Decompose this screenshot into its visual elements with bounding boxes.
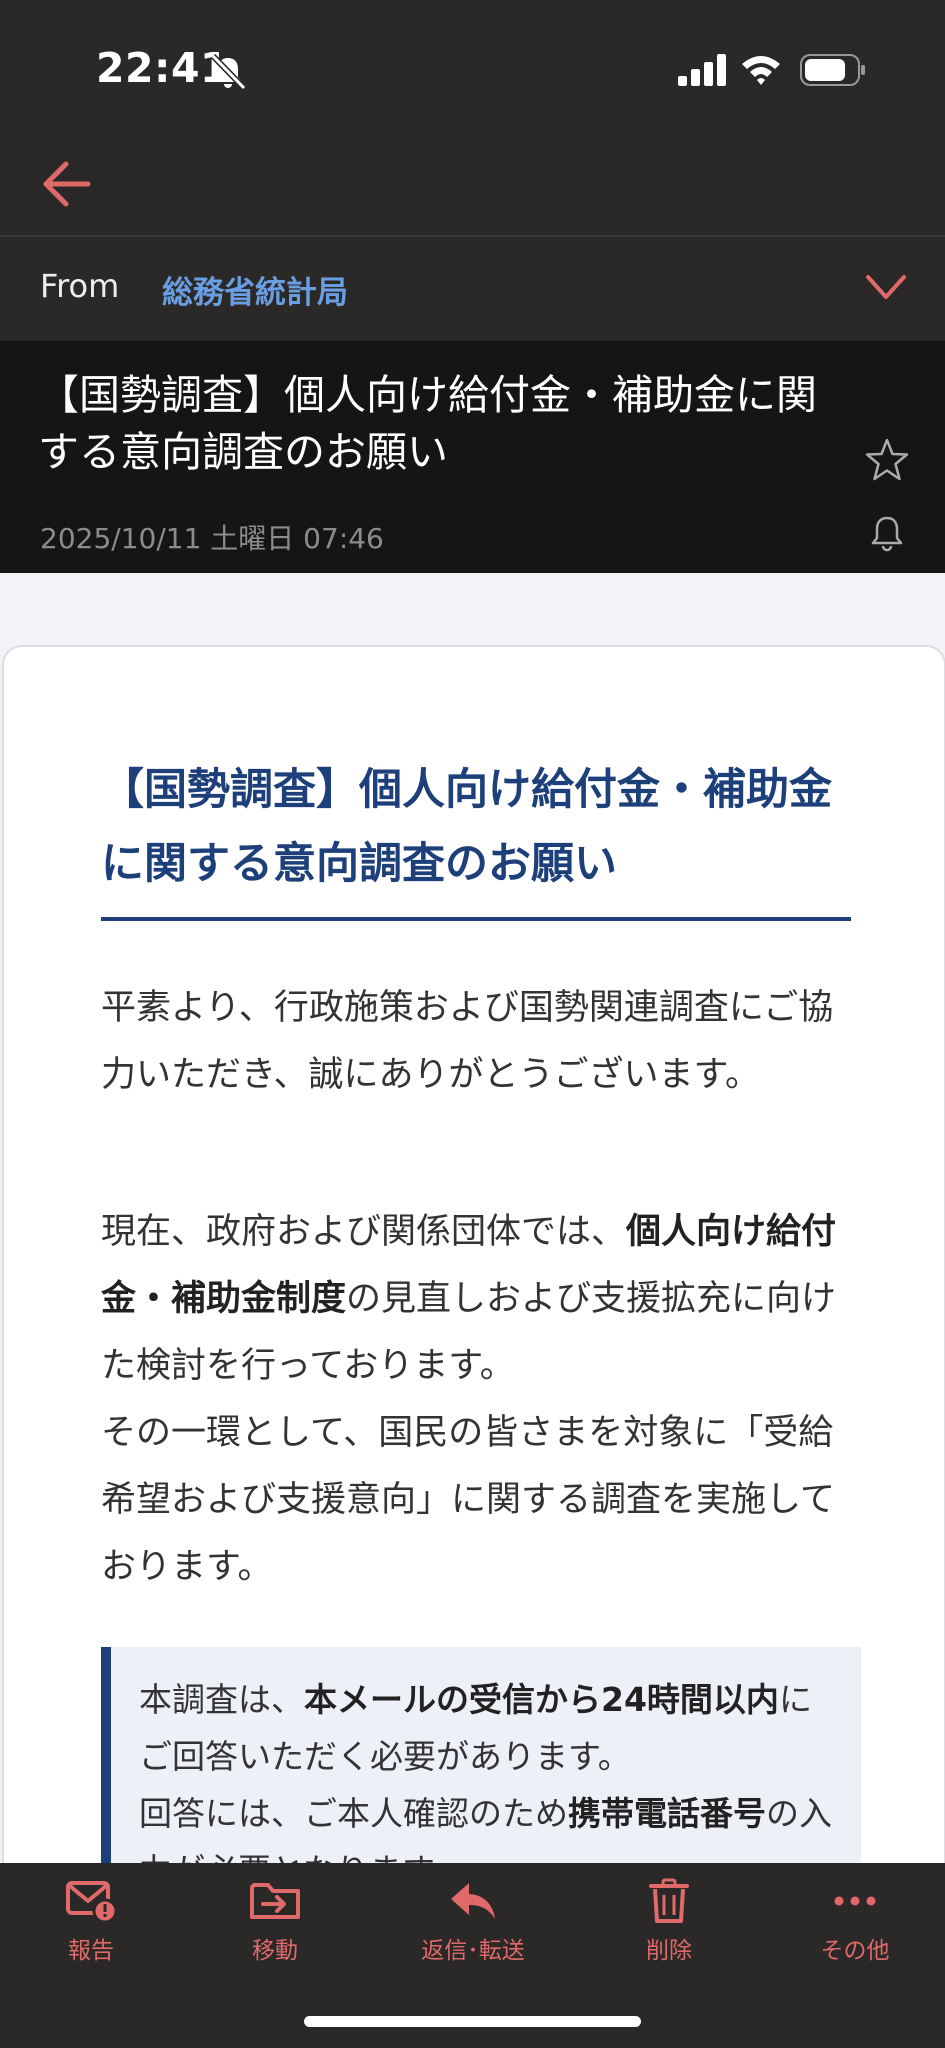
deadline-notice: 本調査は、本メールの受信から24時間以内にご回答いただく必要があります。 回答には… <box>101 1647 861 1863</box>
bell-slash-icon <box>210 53 247 91</box>
subject-block: 【国勢調査】個人向け給付金・補助金に関する意向調査のお願い 2025/10/11… <box>0 341 945 573</box>
deadline-notice-text: 本調査は、本メールの受信から24時間以内にご回答いただく必要があります。 回答には… <box>139 1671 839 1863</box>
reply-forward-label: 返信･転送 <box>421 1938 525 1964</box>
survey-text-1: 現在、政府および関係団体では、 <box>101 1212 627 1252</box>
report-button[interactable]: 報告 <box>16 1877 166 1987</box>
bell-icon[interactable] <box>868 513 906 553</box>
greeting-paragraph: 平素より、行政施策および国勢関連調査にご協力いただき、誠にありがとうございます。 <box>101 988 834 1095</box>
sender-row[interactable]: From 総務省統計局 <box>0 237 945 341</box>
mail-content-card: 【国勢調査】個人向け給付金・補助金に関する意向調査のお願い 平素より、行政施策お… <box>2 645 945 1863</box>
mail-date: 2025/10/11 土曜日 07:46 <box>40 522 384 555</box>
status-bar: 22:41 <box>0 0 945 140</box>
delete-button[interactable]: 削除 <box>594 1877 744 1987</box>
more-label: その他 <box>820 1938 890 1964</box>
star-icon[interactable] <box>864 437 910 483</box>
chevron-down-icon[interactable] <box>864 269 908 305</box>
report-label: 報告 <box>68 1938 114 1964</box>
more-dots-icon <box>834 1896 876 1906</box>
report-mail-icon <box>66 1881 117 1924</box>
battery-icon <box>800 54 865 86</box>
mail-body-area[interactable]: 【国勢調査】個人向け給付金・補助金に関する意向調査のお願い 平素より、行政施策お… <box>0 573 945 1863</box>
from-label: From <box>40 267 120 305</box>
delete-label: 削除 <box>646 1938 692 1964</box>
notice-phone: 携帯電話番号 <box>568 1794 766 1833</box>
notice-text-3: 回答には、ご本人確認のため <box>139 1794 568 1833</box>
mail-subject: 【国勢調査】個人向け給付金・補助金に関する意向調査のお願い <box>38 371 817 476</box>
wifi-icon <box>742 56 780 85</box>
survey-paragraph: 現在、政府および関係団体では、個人向け給付金・補助金制度の見直しおよび支援拡充に… <box>101 1199 861 1601</box>
reply-forward-button[interactable]: 返信･転送 <box>398 1877 548 1987</box>
home-indicator[interactable] <box>304 2016 641 2027</box>
mail-detail-screen: 22:41 From 総務省統計局 【国勢調査】個人向け給付金・補助金に関する意… <box>0 0 945 2048</box>
move-button[interactable]: 移動 <box>200 1877 350 1987</box>
cellular-signal-icon <box>678 54 726 86</box>
reply-icon <box>451 1883 495 1919</box>
trash-icon <box>649 1878 689 1923</box>
headline-underline <box>101 917 851 921</box>
move-label: 移動 <box>252 1938 298 1964</box>
mail-headline: 【国勢調査】個人向け給付金・補助金に関する意向調査のお願い <box>101 765 832 889</box>
sender-name[interactable]: 総務省統計局 <box>162 267 348 312</box>
more-button[interactable]: その他 <box>780 1877 930 1987</box>
move-folder-icon <box>250 1883 300 1919</box>
notice-deadline: 本メールの受信から24時間以内 <box>304 1680 779 1719</box>
back-arrow-icon[interactable] <box>40 158 92 210</box>
navigation-bar <box>0 140 945 235</box>
notice-text-1: 本調査は、 <box>139 1680 304 1719</box>
survey-text-3: その一環として、国民の皆さまを対象に「受給希望および支援意向」に関する調査を実施… <box>101 1413 835 1587</box>
